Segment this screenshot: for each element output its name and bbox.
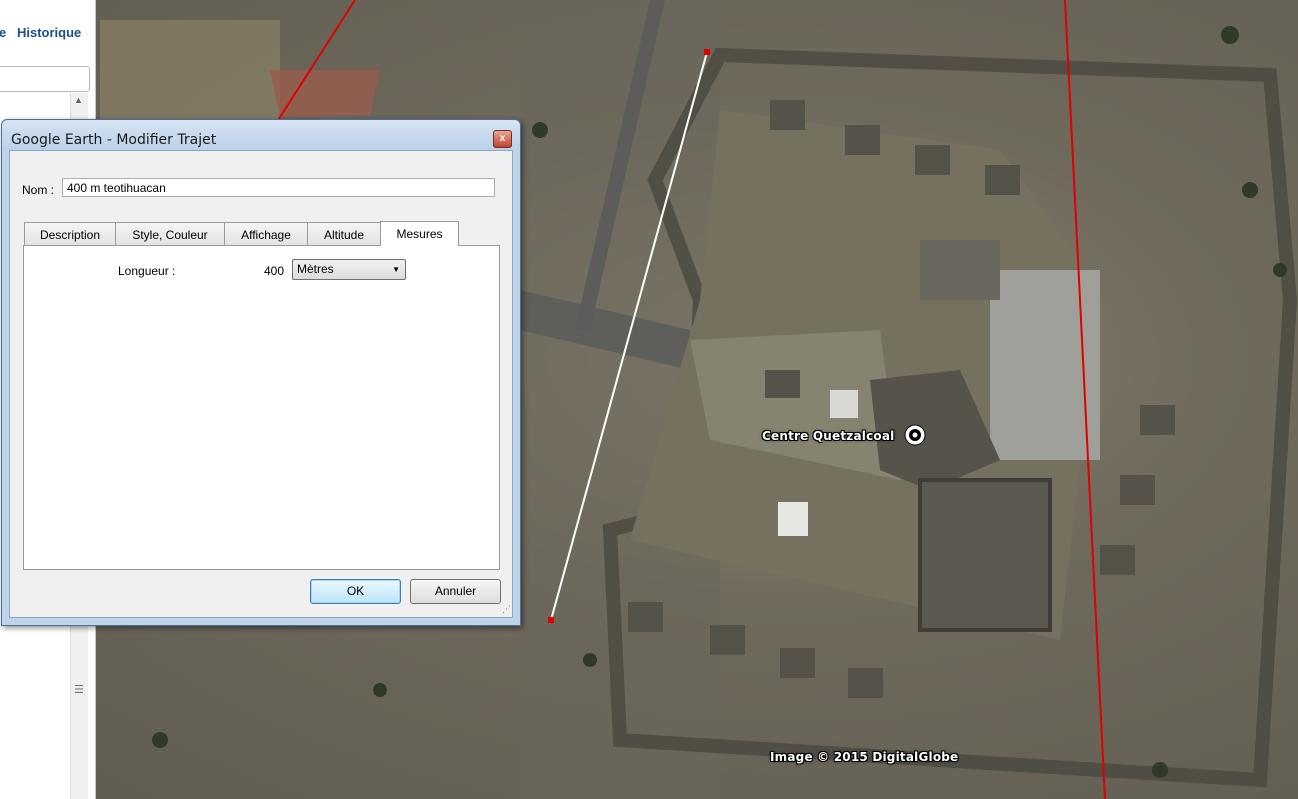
tab-measures[interactable]: Mesures — [380, 221, 459, 246]
imagery-copyright: Image © 2015 DigitalGlobe — [770, 750, 959, 764]
ok-button[interactable]: OK — [310, 579, 401, 604]
length-value: 400 — [264, 264, 285, 278]
panel-search-field[interactable] — [0, 66, 90, 92]
measures-panel: Longueur : 400 Mètres ▼ — [23, 245, 500, 570]
cancel-button[interactable]: Annuler — [410, 579, 501, 604]
length-label: Longueur : — [118, 264, 176, 278]
tab-altitude[interactable]: Altitude — [307, 222, 381, 245]
scroll-up-icon[interactable]: ▲ — [74, 95, 83, 105]
unit-select-value: Mètres — [297, 262, 334, 276]
panel-link-partial[interactable]: e — [0, 25, 6, 40]
resize-grip-icon[interactable]: ⋰ — [502, 604, 511, 615]
name-label: Nom : — [22, 183, 55, 197]
path-endpoint-handle[interactable] — [704, 49, 710, 55]
scroll-grip-icon[interactable]: ☰ — [74, 683, 84, 696]
chevron-down-icon: ▼ — [392, 265, 400, 274]
edit-path-dialog: Google Earth - Modifier Trajet x Nom : 4… — [1, 119, 521, 626]
placemark-label[interactable]: Centre Quetzalcoal — [762, 429, 894, 443]
close-button[interactable]: x — [493, 130, 512, 148]
dialog-titlebar[interactable]: Google Earth - Modifier Trajet x — [2, 120, 520, 150]
tab-style-color[interactable]: Style, Couleur — [115, 222, 225, 245]
history-link[interactable]: Historique — [17, 25, 81, 40]
tab-description[interactable]: Description — [24, 222, 116, 245]
unit-select[interactable]: Mètres ▼ — [292, 259, 406, 280]
dialog-body: Nom : 400 m teotihuacan Description Styl… — [9, 150, 513, 618]
name-field[interactable]: 400 m teotihuacan — [62, 178, 495, 197]
dialog-title: Google Earth - Modifier Trajet — [11, 132, 217, 148]
path-endpoint-handle[interactable] — [548, 617, 554, 623]
tab-display[interactable]: Affichage — [224, 222, 308, 245]
close-icon: x — [499, 133, 506, 144]
